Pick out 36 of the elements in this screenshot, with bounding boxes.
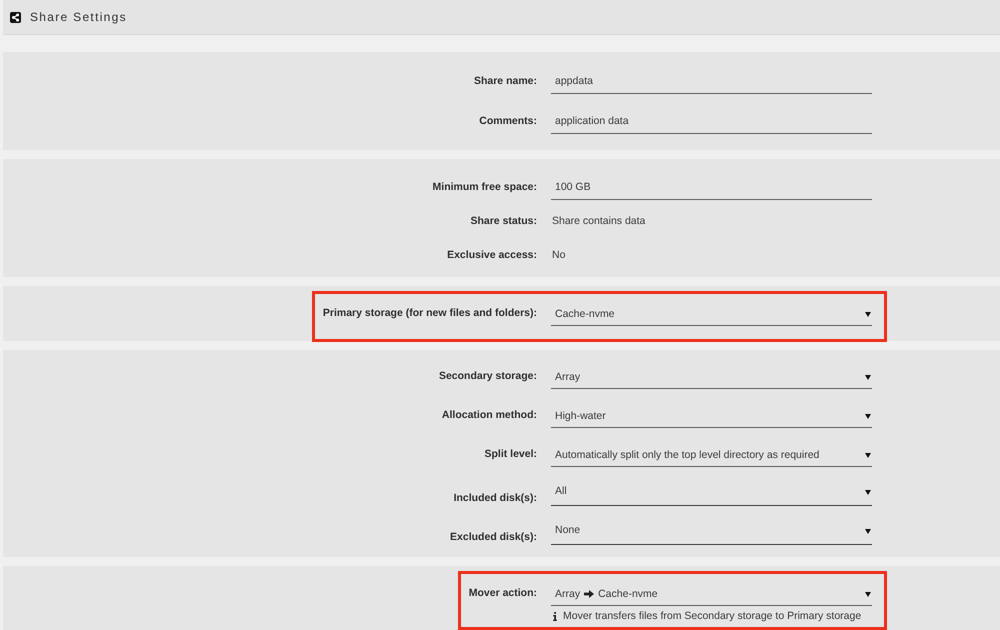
dropdown[interactable]: None xyxy=(551,519,872,545)
field-label: Share name: xyxy=(474,74,537,89)
field-label: Comments: xyxy=(479,114,537,129)
dropdown[interactable]: High-water xyxy=(551,402,872,428)
caret-icon xyxy=(865,592,871,596)
dropdown[interactable]: All xyxy=(551,480,872,506)
text-field[interactable]: application data xyxy=(551,108,872,134)
page-title: Share Settings xyxy=(30,10,127,24)
field-label: Mover action: xyxy=(468,586,537,601)
field-label: Secondary storage: xyxy=(438,369,537,384)
info-icon xyxy=(553,612,557,620)
field-label: Exclusive access: xyxy=(447,248,537,263)
text-field[interactable]: 100 GB xyxy=(551,174,872,200)
setting-value: Share contains data xyxy=(551,214,646,229)
caret-icon xyxy=(865,452,871,458)
dropdown[interactable]: Automatically split only the top level directory as required xyxy=(551,441,872,467)
dropdown[interactable]: Array Cache-nvme xyxy=(551,580,872,606)
field-label: Allocation method: xyxy=(442,408,537,423)
caret-icon xyxy=(865,414,871,418)
caret-icon xyxy=(865,529,871,534)
dropdown[interactable]: Cache-nvme xyxy=(551,300,872,326)
caret-icon xyxy=(865,490,871,495)
field-label: Excluded disk(s): xyxy=(450,530,537,545)
share-icon xyxy=(10,12,21,22)
setting-value: No xyxy=(551,248,566,263)
help-text: Mover transfers files from Secondary storage to Primary storage xyxy=(563,610,862,622)
field-label: Share status: xyxy=(470,214,537,229)
field-label: Minimum free space: xyxy=(432,180,537,195)
field-label: Split level: xyxy=(484,447,537,462)
right-arrow-icon xyxy=(584,590,594,598)
caret-icon xyxy=(865,374,871,380)
dropdown[interactable]: Array xyxy=(551,363,872,389)
field-label: Included disk(s): xyxy=(454,491,537,506)
field-label: Primary storage (for new files and folders): xyxy=(322,306,537,321)
text-field[interactable]: appdata xyxy=(551,68,872,94)
caret-icon xyxy=(865,312,871,316)
